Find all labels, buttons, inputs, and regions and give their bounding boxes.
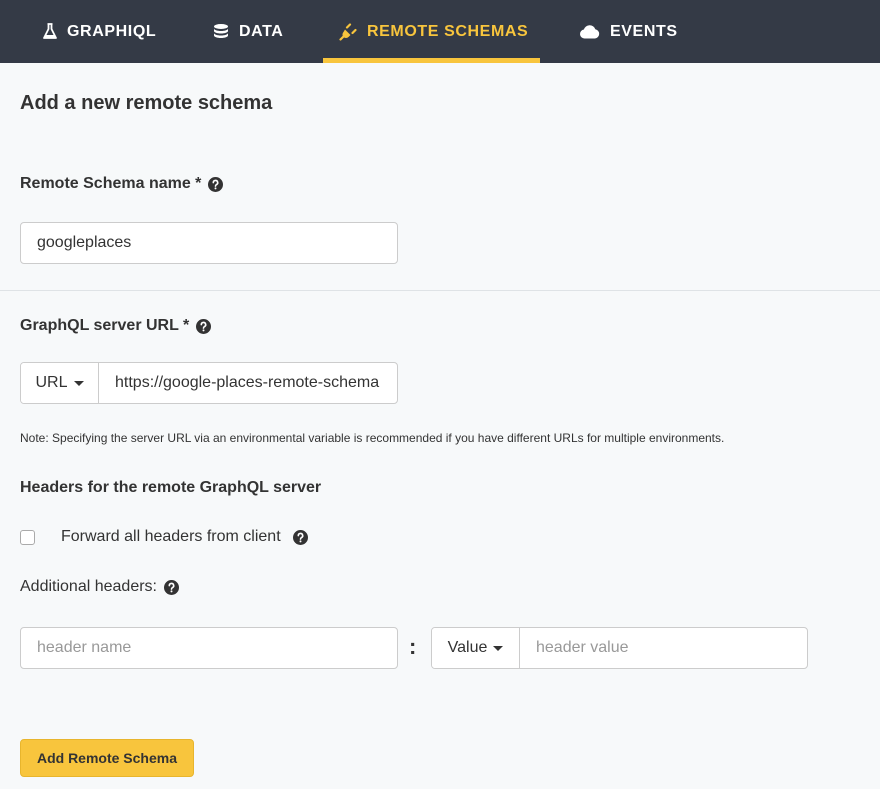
section-divider bbox=[0, 290, 880, 291]
question-circle-icon[interactable] bbox=[292, 529, 308, 545]
tab-label: EVENTS bbox=[610, 22, 678, 40]
forward-headers-row: Forward all headers from client bbox=[20, 527, 308, 547]
tab-remote-schemas[interactable]: REMOTE SCHEMAS bbox=[323, 0, 540, 63]
header-value-type-dropdown[interactable]: Value bbox=[432, 628, 520, 668]
question-circle-icon[interactable] bbox=[163, 579, 179, 595]
tab-data[interactable]: DATA bbox=[213, 0, 283, 63]
additional-headers-label-row: Additional headers: bbox=[20, 578, 179, 596]
tab-events[interactable]: EVENTS bbox=[579, 0, 678, 63]
tab-label: REMOTE SCHEMAS bbox=[367, 22, 529, 40]
schema-name-label-row: Remote Schema name * bbox=[20, 175, 224, 193]
additional-headers-label: Additional headers: bbox=[20, 578, 157, 595]
top-navigation: GRAPHIQL DATA REMOTE SCHEMAS EVENTS bbox=[0, 0, 880, 63]
header-value-input[interactable] bbox=[520, 628, 807, 668]
headers-title: Headers for the remote GraphQL server bbox=[20, 479, 322, 496]
schema-name-input[interactable] bbox=[20, 222, 398, 264]
server-url-note: Note: Specifying the server URL via an e… bbox=[20, 431, 725, 445]
url-type-dropdown[interactable]: URL bbox=[21, 363, 99, 403]
question-circle-icon[interactable] bbox=[208, 176, 224, 192]
caret-down-icon bbox=[493, 645, 504, 651]
header-value-type-label: Value bbox=[447, 639, 488, 656]
active-tab-indicator bbox=[323, 58, 540, 63]
header-separator: : bbox=[409, 634, 417, 659]
server-url-input-group: URL bbox=[20, 362, 398, 404]
question-circle-icon[interactable] bbox=[196, 318, 212, 334]
server-url-label-row: GraphQL server URL * bbox=[20, 317, 212, 335]
add-remote-schema-button[interactable]: Add Remote Schema bbox=[20, 739, 194, 777]
server-url-label: GraphQL server URL * bbox=[20, 317, 190, 334]
url-type-label: URL bbox=[35, 374, 68, 391]
cloud-icon bbox=[579, 24, 600, 39]
flask-icon bbox=[43, 23, 57, 40]
database-icon bbox=[213, 23, 229, 41]
headers-section-title: Headers for the remote GraphQL server bbox=[20, 479, 321, 497]
plug-icon bbox=[339, 22, 357, 41]
schema-name-label: Remote Schema name * bbox=[20, 175, 202, 192]
header-name-input[interactable] bbox=[20, 627, 398, 669]
tab-graphiql[interactable]: GRAPHIQL bbox=[43, 0, 156, 63]
forward-headers-checkbox[interactable] bbox=[20, 529, 35, 545]
caret-down-icon bbox=[73, 380, 84, 386]
tab-label: GRAPHIQL bbox=[67, 22, 157, 40]
server-url-input[interactable] bbox=[99, 363, 397, 403]
page-title: Add a new remote schema bbox=[20, 92, 273, 114]
tab-label: DATA bbox=[239, 22, 284, 40]
forward-headers-label[interactable]: Forward all headers from client bbox=[61, 528, 281, 546]
header-value-input-group: Value bbox=[431, 627, 808, 669]
